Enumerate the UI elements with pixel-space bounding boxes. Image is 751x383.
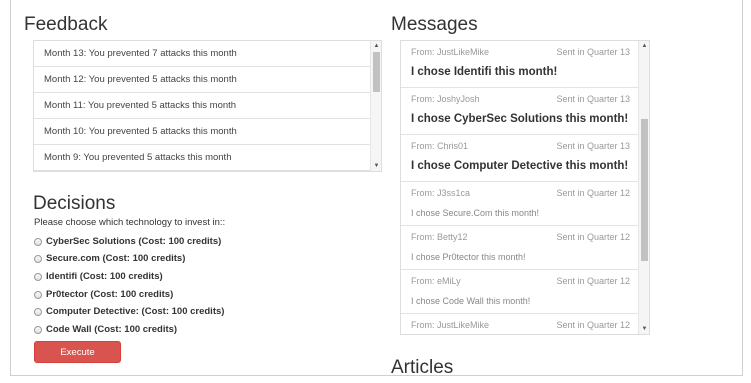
message-item: From: J3ss1ca Sent in Quarter 12 I chose… (401, 182, 649, 226)
message-sent: Sent in Quarter 12 (556, 276, 630, 286)
message-text: I chose CyberSec Solutions this month! (411, 113, 629, 125)
scroll-down-arrow-icon[interactable]: ▼ (639, 324, 649, 334)
message-item: From: eMiLy Sent in Quarter 12 I chose C… (401, 270, 649, 314)
message-sent: Sent in Quarter 13 (556, 47, 630, 57)
feedback-item: Month 10: You prevented 5 attacks this m… (34, 119, 381, 145)
radio-icon[interactable] (34, 272, 42, 281)
message-text: I chose Identifi this month! (411, 66, 558, 78)
message-item: From: JoshyJosh Sent in Quarter 13 I cho… (401, 88, 649, 135)
message-sent: Sent in Quarter 13 (556, 94, 630, 104)
radio-icon[interactable] (34, 325, 42, 334)
messages-scrollbar[interactable]: ▲ ▼ (638, 41, 649, 334)
messages-scroll-thumb[interactable] (641, 119, 648, 261)
message-text: I chose Code Wall this month! (411, 296, 531, 306)
message-sent: Sent in Quarter 13 (556, 141, 630, 151)
message-item: From: JustLikeMike Sent in Quarter 12 (401, 314, 649, 334)
message-item: From: Chris01 Sent in Quarter 13 I chose… (401, 135, 649, 182)
radio-icon[interactable] (34, 254, 42, 263)
feedback-title: Feedback (24, 14, 108, 35)
option-identifi[interactable]: Identifi (Cost: 100 credits) (34, 271, 163, 282)
scroll-up-arrow-icon[interactable]: ▲ (639, 41, 649, 51)
feedback-scroll-thumb[interactable] (373, 52, 380, 92)
messages-title: Messages (391, 14, 478, 35)
message-sent: Sent in Quarter 12 (556, 188, 630, 198)
option-label: Identifi (Cost: 100 credits) (46, 271, 163, 282)
feedback-item: Month 13: You prevented 7 attacks this m… (34, 41, 381, 67)
option-label: Secure.com (Cost: 100 credits) (46, 253, 186, 264)
articles-title: Articles (391, 357, 454, 378)
feedback-list[interactable]: Month 13: You prevented 7 attacks this m… (33, 40, 382, 172)
radio-icon[interactable] (34, 290, 42, 299)
option-cybersec[interactable]: CyberSec Solutions (Cost: 100 credits) (34, 236, 221, 247)
feedback-scrollbar[interactable]: ▲ ▼ (370, 41, 381, 171)
decisions-title: Decisions (33, 193, 116, 214)
message-item: From: JustLikeMike Sent in Quarter 13 I … (401, 41, 649, 88)
radio-icon[interactable] (34, 307, 42, 316)
option-securecom[interactable]: Secure.com (Cost: 100 credits) (34, 253, 185, 264)
message-sent: Sent in Quarter 12 (556, 320, 630, 330)
option-computer-detective[interactable]: Computer Detective: (Cost: 100 credits) (34, 306, 224, 317)
option-code-wall[interactable]: Code Wall (Cost: 100 credits) (34, 324, 177, 335)
message-text: I chose Secure.Com this month! (411, 208, 540, 218)
feedback-item: Month 11: You prevented 5 attacks this m… (34, 93, 381, 119)
message-item: From: Betty12 Sent in Quarter 12 I chose… (401, 226, 649, 270)
message-text: I chose Pr0tector this month! (411, 252, 526, 262)
option-label: CyberSec Solutions (Cost: 100 credits) (46, 236, 222, 247)
messages-list[interactable]: From: JustLikeMike Sent in Quarter 13 I … (400, 40, 650, 335)
radio-icon[interactable] (34, 237, 42, 246)
scroll-down-arrow-icon[interactable]: ▼ (371, 161, 381, 171)
option-label: Code Wall (Cost: 100 credits) (46, 324, 178, 335)
option-label: Computer Detective: (Cost: 100 credits) (46, 306, 225, 317)
message-sent: Sent in Quarter 12 (556, 232, 630, 242)
scroll-up-arrow-icon[interactable]: ▲ (371, 41, 381, 51)
decisions-prompt: Please choose which technology to invest… (34, 217, 226, 228)
execute-decision-button[interactable]: Execute Decision! (34, 341, 121, 378)
feedback-item: Month 12: You prevented 5 attacks this m… (34, 67, 381, 93)
option-label: Pr0tector (Cost: 100 credits) (46, 289, 174, 300)
feedback-item: Month 9: You prevented 5 attacks this mo… (34, 145, 381, 171)
message-text: I chose Computer Detective this month! (411, 160, 629, 172)
option-protector[interactable]: Pr0tector (Cost: 100 credits) (34, 289, 173, 300)
